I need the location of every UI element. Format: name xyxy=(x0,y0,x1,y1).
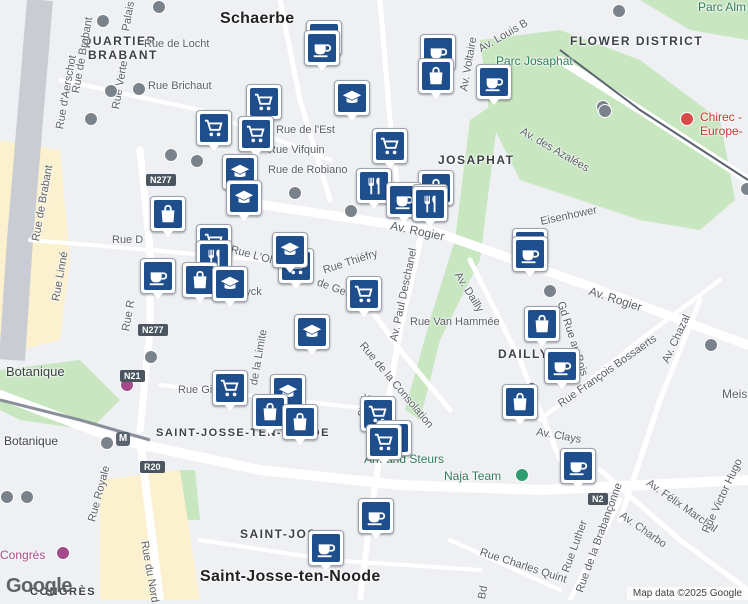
shop-icon xyxy=(422,62,450,90)
cafe-icon xyxy=(308,34,336,62)
shop-icon xyxy=(528,310,556,338)
restaurant-icon xyxy=(360,172,388,200)
cart-icon xyxy=(242,120,270,148)
school-icon xyxy=(276,236,304,264)
cart-icon xyxy=(370,428,398,456)
cafe-icon xyxy=(480,68,508,96)
school-marker[interactable] xyxy=(294,314,330,355)
shop-icon xyxy=(186,266,214,294)
cafe-icon xyxy=(516,240,544,268)
cart-marker[interactable] xyxy=(366,424,402,465)
hospital-icon[interactable] xyxy=(680,112,694,126)
transit-icon[interactable] xyxy=(104,84,118,98)
cafe-icon xyxy=(144,262,172,290)
transit-icon[interactable] xyxy=(144,350,158,364)
congres-icon[interactable] xyxy=(56,546,70,560)
school-marker[interactable] xyxy=(212,266,248,307)
transit-icon[interactable] xyxy=(740,182,748,196)
road-badge-n277: N277 xyxy=(146,174,176,186)
shop-icon xyxy=(154,200,182,228)
cafe-marker[interactable] xyxy=(476,64,512,105)
cafe-marker[interactable] xyxy=(512,236,548,277)
cart-icon xyxy=(250,88,278,116)
shop-icon xyxy=(286,408,314,436)
school-icon xyxy=(338,84,366,112)
shop-marker[interactable] xyxy=(524,306,560,347)
transit-icon[interactable] xyxy=(288,186,302,200)
transit-icon[interactable] xyxy=(598,104,612,118)
shop-marker[interactable] xyxy=(418,58,454,99)
parc-north xyxy=(640,0,748,40)
cafe-icon xyxy=(564,452,592,480)
transit-icon[interactable] xyxy=(20,490,34,504)
transit-icon[interactable] xyxy=(543,284,557,298)
cafe-marker[interactable] xyxy=(358,498,394,539)
cart-icon xyxy=(350,280,378,308)
cart-marker[interactable] xyxy=(212,370,248,411)
restaurant-marker[interactable] xyxy=(412,186,448,227)
transit-icon[interactable] xyxy=(612,4,626,18)
transit-icon[interactable] xyxy=(0,490,14,504)
cafe-marker[interactable] xyxy=(304,30,340,71)
cart-icon xyxy=(200,114,228,142)
school-marker[interactable] xyxy=(334,80,370,121)
road-badge-n2: N2 xyxy=(588,493,608,505)
transit-icon[interactable] xyxy=(704,338,718,352)
map-attribution[interactable]: Map data ©2025 Google xyxy=(626,587,748,600)
cart-icon xyxy=(376,132,404,160)
cart-marker[interactable] xyxy=(346,276,382,317)
road-charles-quint xyxy=(448,538,562,592)
cafe-icon xyxy=(548,352,576,380)
gym-icon[interactable] xyxy=(515,468,529,482)
shop-marker[interactable] xyxy=(502,384,538,425)
road-west-1 xyxy=(58,78,332,162)
transit-icon[interactable] xyxy=(132,82,146,96)
cart-marker[interactable] xyxy=(372,128,408,169)
transit-icon[interactable] xyxy=(190,154,204,168)
cart-icon xyxy=(216,374,244,402)
google-logo: Google xyxy=(6,575,72,597)
road-badge-r20: R20 xyxy=(140,461,165,473)
transit-icon[interactable] xyxy=(344,204,358,218)
parc-josaphat-area xyxy=(480,30,735,230)
cart-marker[interactable] xyxy=(196,110,232,151)
cart-marker[interactable] xyxy=(246,84,282,125)
school-marker[interactable] xyxy=(272,232,308,273)
cafe-marker[interactable] xyxy=(308,530,344,571)
road-badge-n277-2: N277 xyxy=(138,324,168,336)
road-brabanconne xyxy=(567,497,623,600)
transit-icon[interactable] xyxy=(100,436,114,450)
school-icon xyxy=(230,184,258,212)
shop-marker[interactable] xyxy=(150,196,186,237)
shop-icon xyxy=(506,388,534,416)
transit-icon[interactable] xyxy=(164,148,178,162)
school-icon xyxy=(298,318,326,346)
metro-icon[interactable]: M xyxy=(116,432,130,446)
cafe-marker[interactable] xyxy=(560,448,596,489)
school-marker[interactable] xyxy=(226,180,262,221)
cafe-icon xyxy=(312,534,340,562)
transit-icon[interactable] xyxy=(96,14,110,28)
transit-icon[interactable] xyxy=(152,0,166,14)
shop-marker[interactable] xyxy=(282,404,318,445)
school-icon xyxy=(216,270,244,298)
road-badge-n21: N21 xyxy=(120,370,145,382)
transit-icon[interactable] xyxy=(84,112,98,126)
cafe-marker[interactable] xyxy=(544,348,580,389)
cafe-marker[interactable] xyxy=(140,258,176,299)
restaurant-icon xyxy=(416,190,444,218)
cafe-icon xyxy=(362,502,390,530)
cart-marker[interactable] xyxy=(238,116,274,157)
shop-icon xyxy=(256,398,284,426)
